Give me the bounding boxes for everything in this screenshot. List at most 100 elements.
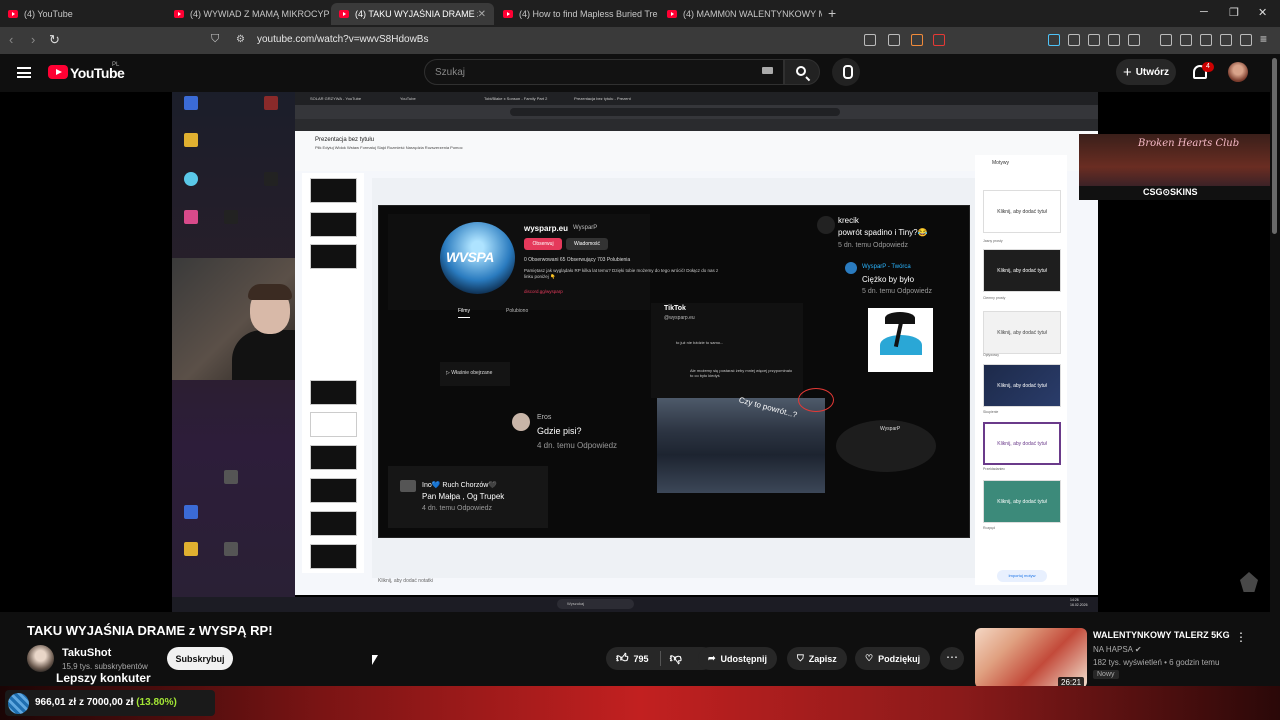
browser-tab[interactable]: (4) YouTube (0, 3, 165, 25)
theme-card: Kliknij, aby dodać tytuł (983, 311, 1061, 354)
profile-description: Pamiętasz jak wyglądało RP kilka lat tem… (524, 268, 719, 279)
maximize-icon[interactable]: ❐ (1229, 6, 1239, 19)
thanks-button[interactable]: ♡ Podziękuj (855, 647, 931, 670)
browser-tab-strip: (4) YouTube (4) WYWIAD Z MAMĄ MIKROCYPKA… (0, 0, 1280, 27)
bookmark-icon[interactable]: ⛉ (211, 33, 219, 46)
search-icon (796, 66, 806, 76)
theme-card: Kliknij, aby dodać tytuł (983, 422, 1061, 465)
recommendation-menu-icon[interactable]: ⋮ (1235, 630, 1247, 644)
comment-meta: 4 dn. temu Odpowiedz (537, 441, 618, 450)
user-avatar[interactable] (1228, 62, 1248, 82)
folder-icon (184, 542, 198, 556)
bookmark-save-icon: ⛉ (797, 653, 804, 663)
comment-text: powrót spadino i Tiny?😂 (838, 228, 928, 237)
reload-icon[interactable]: ↻ (49, 32, 60, 48)
browser-tab[interactable]: (4) How to find Mapless Buried Treas (495, 3, 658, 25)
extension-icon[interactable] (1068, 34, 1080, 46)
browser-menu-icon[interactable]: ≡ (1260, 32, 1267, 46)
wyspa-logo: WVSPA (440, 222, 515, 294)
island-water-shape (880, 335, 922, 355)
profile-link: discord.gg/wysparp (524, 289, 563, 294)
comment-text: Ciężko by było (862, 275, 915, 284)
save-label: Zapisz (808, 653, 837, 664)
address-bar[interactable]: youtube.com/watch?v=wwvS8HdowBs (257, 34, 428, 45)
theme-label: Rozpęd (983, 526, 996, 530)
image-file-icon (224, 210, 238, 224)
create-button[interactable]: + Utwórz (1116, 59, 1176, 85)
theme-label: Jasny prosty (983, 239, 1003, 243)
extensions-puzzle-icon[interactable] (1108, 34, 1120, 46)
forward-icon[interactable]: › (31, 32, 35, 47)
rewards-icon[interactable] (933, 34, 945, 46)
folder-icon (184, 133, 198, 147)
page-scrollbar-thumb[interactable] (1272, 58, 1277, 234)
like-count[interactable]: 795 (634, 654, 649, 664)
tiktok-comment: to już nie bździe to samo... (676, 340, 724, 345)
tab-title: (4) MAMM0N WALENTYNKOWY MIX (683, 9, 822, 19)
thumbs-down-icon[interactable]: 👎︎ (670, 651, 682, 666)
extension-icon[interactable] (1088, 34, 1100, 46)
back-icon[interactable]: ‹ (9, 32, 13, 47)
minimize-icon[interactable]: ─ (1200, 6, 1208, 18)
voice-search-icon[interactable] (832, 58, 860, 86)
slide-thumbnail (310, 445, 357, 470)
share-label: Udostępnij (720, 653, 768, 664)
goal-target: 7000,00 zł (86, 697, 134, 708)
keyboard-icon[interactable] (762, 67, 773, 74)
watched-label: ▷ Właśnie obejrzane (440, 362, 510, 386)
leo-ai-icon[interactable] (1220, 34, 1232, 46)
browser-tab[interactable]: (4) MAMM0N WALENTYNKOWY MIX (659, 3, 822, 25)
palm-tree-leaves (885, 312, 915, 324)
comment-author: krecik (838, 216, 859, 225)
share-page-icon[interactable] (888, 34, 900, 46)
goal-separator: z (78, 697, 84, 708)
more-actions-icon[interactable]: ⋯ (940, 647, 964, 670)
close-window-icon[interactable]: ✕ (1258, 6, 1267, 19)
image-file-icon (224, 542, 238, 556)
comment-text: Pan Małpa , Og Trupek (422, 492, 505, 501)
tiktok-logo: TikTok (664, 305, 686, 312)
youtube-favicon-icon (667, 10, 677, 18)
thumbs-up-icon[interactable]: 👍︎ (616, 651, 629, 666)
browser-tab-active[interactable]: (4) TAKU WYJAŚNIA DRAME z ✕ (331, 3, 494, 25)
share-button[interactable]: ➦ Udostępnij (698, 647, 778, 670)
sidebar-icon[interactable] (1180, 34, 1192, 46)
image-file-icon (264, 96, 278, 110)
recommendation-title[interactable]: WALENTYNKOWY TALERZ 5KG (1093, 630, 1230, 640)
channel-name[interactable]: TakuShot (62, 647, 111, 659)
create-label: Utwórz (1135, 66, 1170, 78)
search-input[interactable]: Szukaj (424, 59, 784, 85)
recommendation-channel-name: NA HAPSA (1093, 645, 1133, 654)
recommendation-channel[interactable]: NA HAPSA ✔ (1093, 645, 1142, 654)
app-icon (184, 505, 198, 519)
new-tab-button[interactable]: + (828, 5, 836, 21)
goal-current: 966,01 zł (35, 697, 77, 708)
profile-follow-button: Obserwuj (524, 238, 562, 250)
browser-tab[interactable]: (4) WYWIAD Z MAMĄ MIKROCYPKA (166, 3, 330, 25)
brave-shield-icon[interactable] (911, 34, 923, 46)
vpn-icon[interactable] (1240, 34, 1252, 46)
cast-icon[interactable] (864, 34, 876, 46)
hamburger-menu-icon[interactable] (17, 67, 31, 78)
theme-card: Kliknij, aby dodać tytuł (983, 364, 1061, 407)
media-icon[interactable] (1160, 34, 1172, 46)
inner-tab: Prezentacja bez tytułu - Prezent (574, 96, 631, 101)
comment-avatar (400, 480, 416, 492)
highlight-circle (798, 388, 834, 412)
profile-name: wysparp.eu (524, 224, 569, 233)
youtube-favicon-icon (174, 10, 184, 18)
extension-icon[interactable] (1048, 34, 1060, 46)
screenshot-icon[interactable] (1128, 34, 1140, 46)
subscribe-button[interactable]: Subskrybuj (167, 647, 233, 670)
comment-author: Ino💙 Ruch Chorzów🖤 (422, 482, 498, 489)
close-tab-icon[interactable]: ✕ (478, 9, 486, 20)
slide-thumbnail (310, 212, 357, 237)
save-button[interactable]: ⛉ Zapisz (787, 647, 847, 670)
wallet-icon[interactable] (1200, 34, 1212, 46)
site-info-icon[interactable]: ⚙ (236, 34, 245, 45)
youtube-logo-icon[interactable] (48, 65, 68, 79)
goal-coin-icon (8, 693, 29, 714)
slide-thumbnail-selected (310, 412, 357, 437)
channel-avatar[interactable] (27, 645, 54, 672)
profile-tab-liked: Polubiono (506, 308, 529, 314)
